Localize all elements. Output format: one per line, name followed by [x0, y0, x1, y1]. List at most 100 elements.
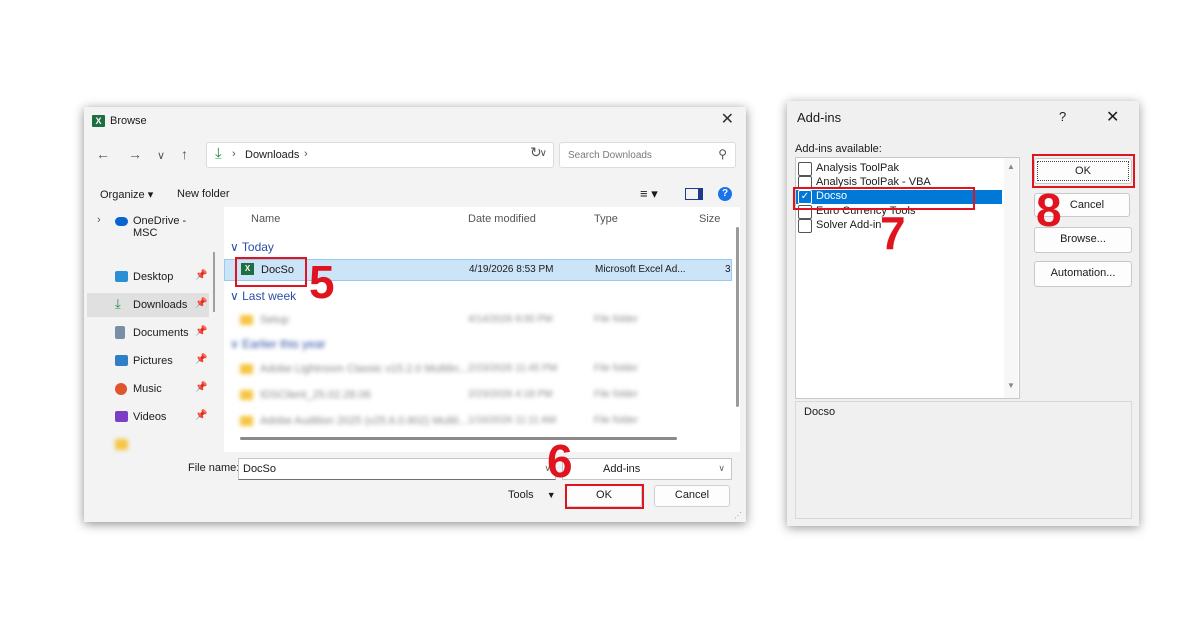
table-row[interactable]: Adobe Lightroom Classic v15.2.0 Multilin…: [224, 359, 730, 379]
cancel-button[interactable]: Cancel: [654, 485, 730, 507]
file-name: Setup: [260, 314, 289, 326]
nav-label: Videos: [133, 411, 167, 423]
table-row[interactable]: IDSClient_25.02.28.06 2/23/2026 4:18 PM …: [224, 385, 730, 405]
tools-menu[interactable]: Tools ▼: [508, 489, 556, 501]
folder-icon: [240, 390, 253, 400]
description-box: Docso: [795, 401, 1132, 519]
nav-scrollbar[interactable]: [213, 252, 215, 312]
nav-item-documents[interactable]: Documents 📌: [87, 321, 209, 345]
file-name-label: File name:: [188, 462, 240, 474]
pin-icon: 📌: [195, 326, 208, 337]
file-name-field[interactable]: DocSo ∨: [238, 458, 556, 480]
file-name: IDSClient_25.02.28.06: [260, 389, 371, 401]
nav-item-onedrive[interactable]: › OneDrive - MSC: [87, 209, 209, 239]
desktop-icon: [115, 271, 128, 282]
column-header-date[interactable]: Date modified: [468, 213, 536, 225]
nav-item-blurred[interactable]: [87, 433, 209, 457]
nav-label: Pictures: [133, 355, 173, 367]
organize-button[interactable]: Organize ▾: [100, 188, 153, 201]
tools-label: Tools: [508, 489, 534, 501]
scroll-up-icon[interactable]: ▲: [1007, 162, 1015, 171]
highlight-box-ok-addins: [1032, 154, 1135, 188]
column-header-size[interactable]: Size: [699, 213, 720, 225]
nav-label: OneDrive - MSC: [133, 215, 187, 239]
address-path[interactable]: Downloads: [245, 149, 299, 161]
nav-label: Desktop: [133, 271, 174, 283]
expand-icon[interactable]: ›: [97, 214, 101, 226]
up-icon[interactable]: ↑: [181, 146, 188, 162]
chevron-down-icon: ∨: [230, 337, 243, 351]
table-row[interactable]: Adobe Audition 2025 (v25.6.0.802) Multil…: [224, 411, 730, 431]
step-number-8: 8: [1036, 184, 1062, 236]
nav-item-videos[interactable]: Videos 📌: [87, 405, 209, 429]
addin-label: Analysis ToolPak: [816, 162, 899, 174]
description-text: Docso: [804, 406, 836, 418]
step-number-7: 7: [880, 207, 906, 259]
file-name: Adobe Lightroom Classic v15.2.0 Multilin…: [260, 363, 468, 375]
new-folder-button[interactable]: New folder: [177, 188, 230, 200]
pin-icon: 📌: [195, 382, 208, 393]
highlight-box-ok: [565, 484, 644, 509]
chevron-right-icon: ›: [304, 148, 308, 160]
highlight-box-docso: [235, 257, 307, 287]
nav-label: Downloads: [133, 299, 188, 311]
chevron-down-icon: ∨: [230, 240, 242, 254]
pin-icon: 📌: [195, 410, 208, 421]
vertical-scrollbar[interactable]: [736, 227, 739, 407]
chevron-down-icon[interactable]: ∨: [718, 463, 725, 474]
pin-icon: 📌: [195, 270, 208, 281]
checkbox[interactable]: [798, 162, 812, 176]
back-icon[interactable]: ←: [96, 146, 110, 162]
nav-item-desktop[interactable]: Desktop 📌: [87, 265, 209, 289]
videos-icon: [115, 411, 128, 422]
file-type: File folder: [594, 363, 638, 374]
group-last-week[interactable]: ∨ Last week: [230, 289, 296, 303]
refresh-icon[interactable]: ↻: [530, 144, 542, 161]
column-header-name[interactable]: Name: [251, 213, 280, 225]
resize-grip-icon[interactable]: ⋰: [734, 511, 742, 520]
onedrive-icon: [115, 217, 128, 226]
forward-icon[interactable]: →: [128, 146, 142, 162]
caret-down-icon: ▼: [546, 490, 556, 500]
folder-icon: [240, 416, 253, 426]
view-options-icon[interactable]: ≡ ▾: [640, 186, 658, 202]
checkbox[interactable]: [798, 219, 812, 233]
nav-item-downloads[interactable]: ⤓ Downloads 📌: [87, 293, 209, 317]
file-type: File folder: [594, 415, 638, 426]
search-placeholder: Search Downloads: [568, 150, 652, 161]
search-input[interactable]: Search Downloads ⚲: [559, 142, 736, 168]
file-list: Name Date modified Type Size ∨ Today X D…: [224, 207, 740, 452]
downloads-icon: ⤓: [115, 296, 121, 311]
help-icon[interactable]: ?: [1059, 109, 1066, 124]
scroll-down-icon[interactable]: ▼: [1007, 381, 1015, 390]
group-earlier[interactable]: ∨ Earlier this year: [230, 337, 326, 351]
table-row[interactable]: Setup 4/14/2026 9:00 PM File folder: [224, 310, 730, 330]
file-type-value: Add-ins: [603, 463, 641, 475]
addins-available-label: Add-ins available:: [795, 143, 882, 155]
column-header-type[interactable]: Type: [594, 213, 618, 225]
folder-icon: [240, 315, 253, 325]
file-date: 1/16/2026 11:11 AM: [468, 415, 557, 426]
search-icon: ⚲: [718, 147, 727, 161]
close-icon[interactable]: ✕: [721, 112, 734, 128]
nav-item-music[interactable]: Music 📌: [87, 377, 209, 401]
documents-icon: [115, 326, 125, 339]
file-type-select[interactable]: Add-ins ∨: [562, 458, 732, 480]
help-icon[interactable]: ?: [718, 187, 732, 201]
close-icon[interactable]: ✕: [1106, 107, 1119, 127]
nav-item-pictures[interactable]: Pictures 📌: [87, 349, 209, 373]
pin-icon: 📌: [195, 298, 208, 309]
group-label: Last week: [242, 289, 297, 303]
recent-dropdown-icon[interactable]: ∨: [157, 148, 165, 164]
horizontal-scrollbar[interactable]: [240, 437, 677, 440]
folder-icon: [115, 439, 128, 450]
automation-button[interactable]: Automation...: [1034, 261, 1132, 287]
address-bar[interactable]: ⤓ › Downloads › ∨: [206, 142, 554, 168]
group-today[interactable]: ∨ Today: [230, 240, 274, 254]
list-scrollbar[interactable]: ▲ ▼: [1004, 158, 1018, 398]
preview-pane-icon[interactable]: [685, 188, 703, 200]
nav-label: Music: [133, 383, 162, 395]
file-date: 2/23/2026 11:45 PM: [468, 363, 558, 374]
download-icon: ⤓: [215, 145, 222, 162]
list-item[interactable]: Analysis ToolPak: [796, 162, 1002, 176]
